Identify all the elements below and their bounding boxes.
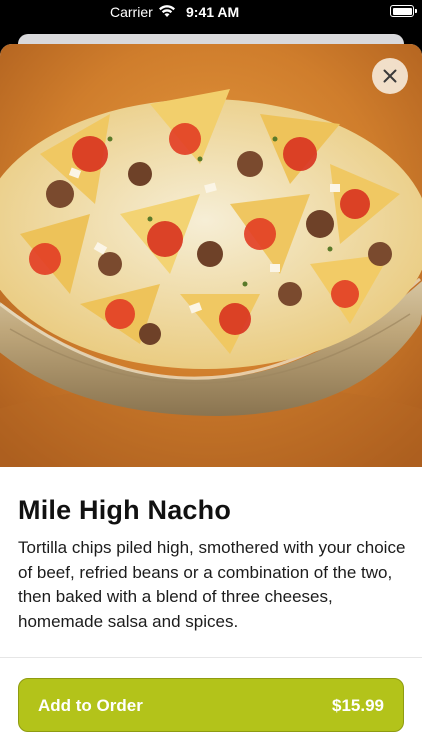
- item-description: Tortilla chips piled high, smothered wit…: [18, 538, 406, 631]
- app-screen: Carrier 9:41 AM Mile High Nacho Tortilla…: [0, 0, 422, 750]
- divider: [0, 657, 422, 658]
- battery-icon: [390, 5, 417, 17]
- nachos-photo: [0, 44, 422, 467]
- add-to-order-button[interactable]: Add to Order $15.99: [18, 678, 404, 732]
- close-button[interactable]: [372, 58, 408, 94]
- wifi-icon: [159, 5, 175, 17]
- status-time: 9:41 AM: [186, 4, 240, 20]
- add-to-order-label: Add to Order: [38, 696, 143, 715]
- close-icon: [383, 69, 397, 83]
- status-bar: Carrier 9:41 AM: [0, 0, 422, 24]
- item-title: Mile High Nacho: [18, 495, 232, 525]
- nachos-photo-illustration: [0, 44, 422, 467]
- item-price: $15.99: [332, 696, 384, 715]
- item-detail-sheet: Mile High Nacho Tortilla chips piled hig…: [0, 44, 422, 750]
- carrier-label: Carrier: [110, 4, 153, 20]
